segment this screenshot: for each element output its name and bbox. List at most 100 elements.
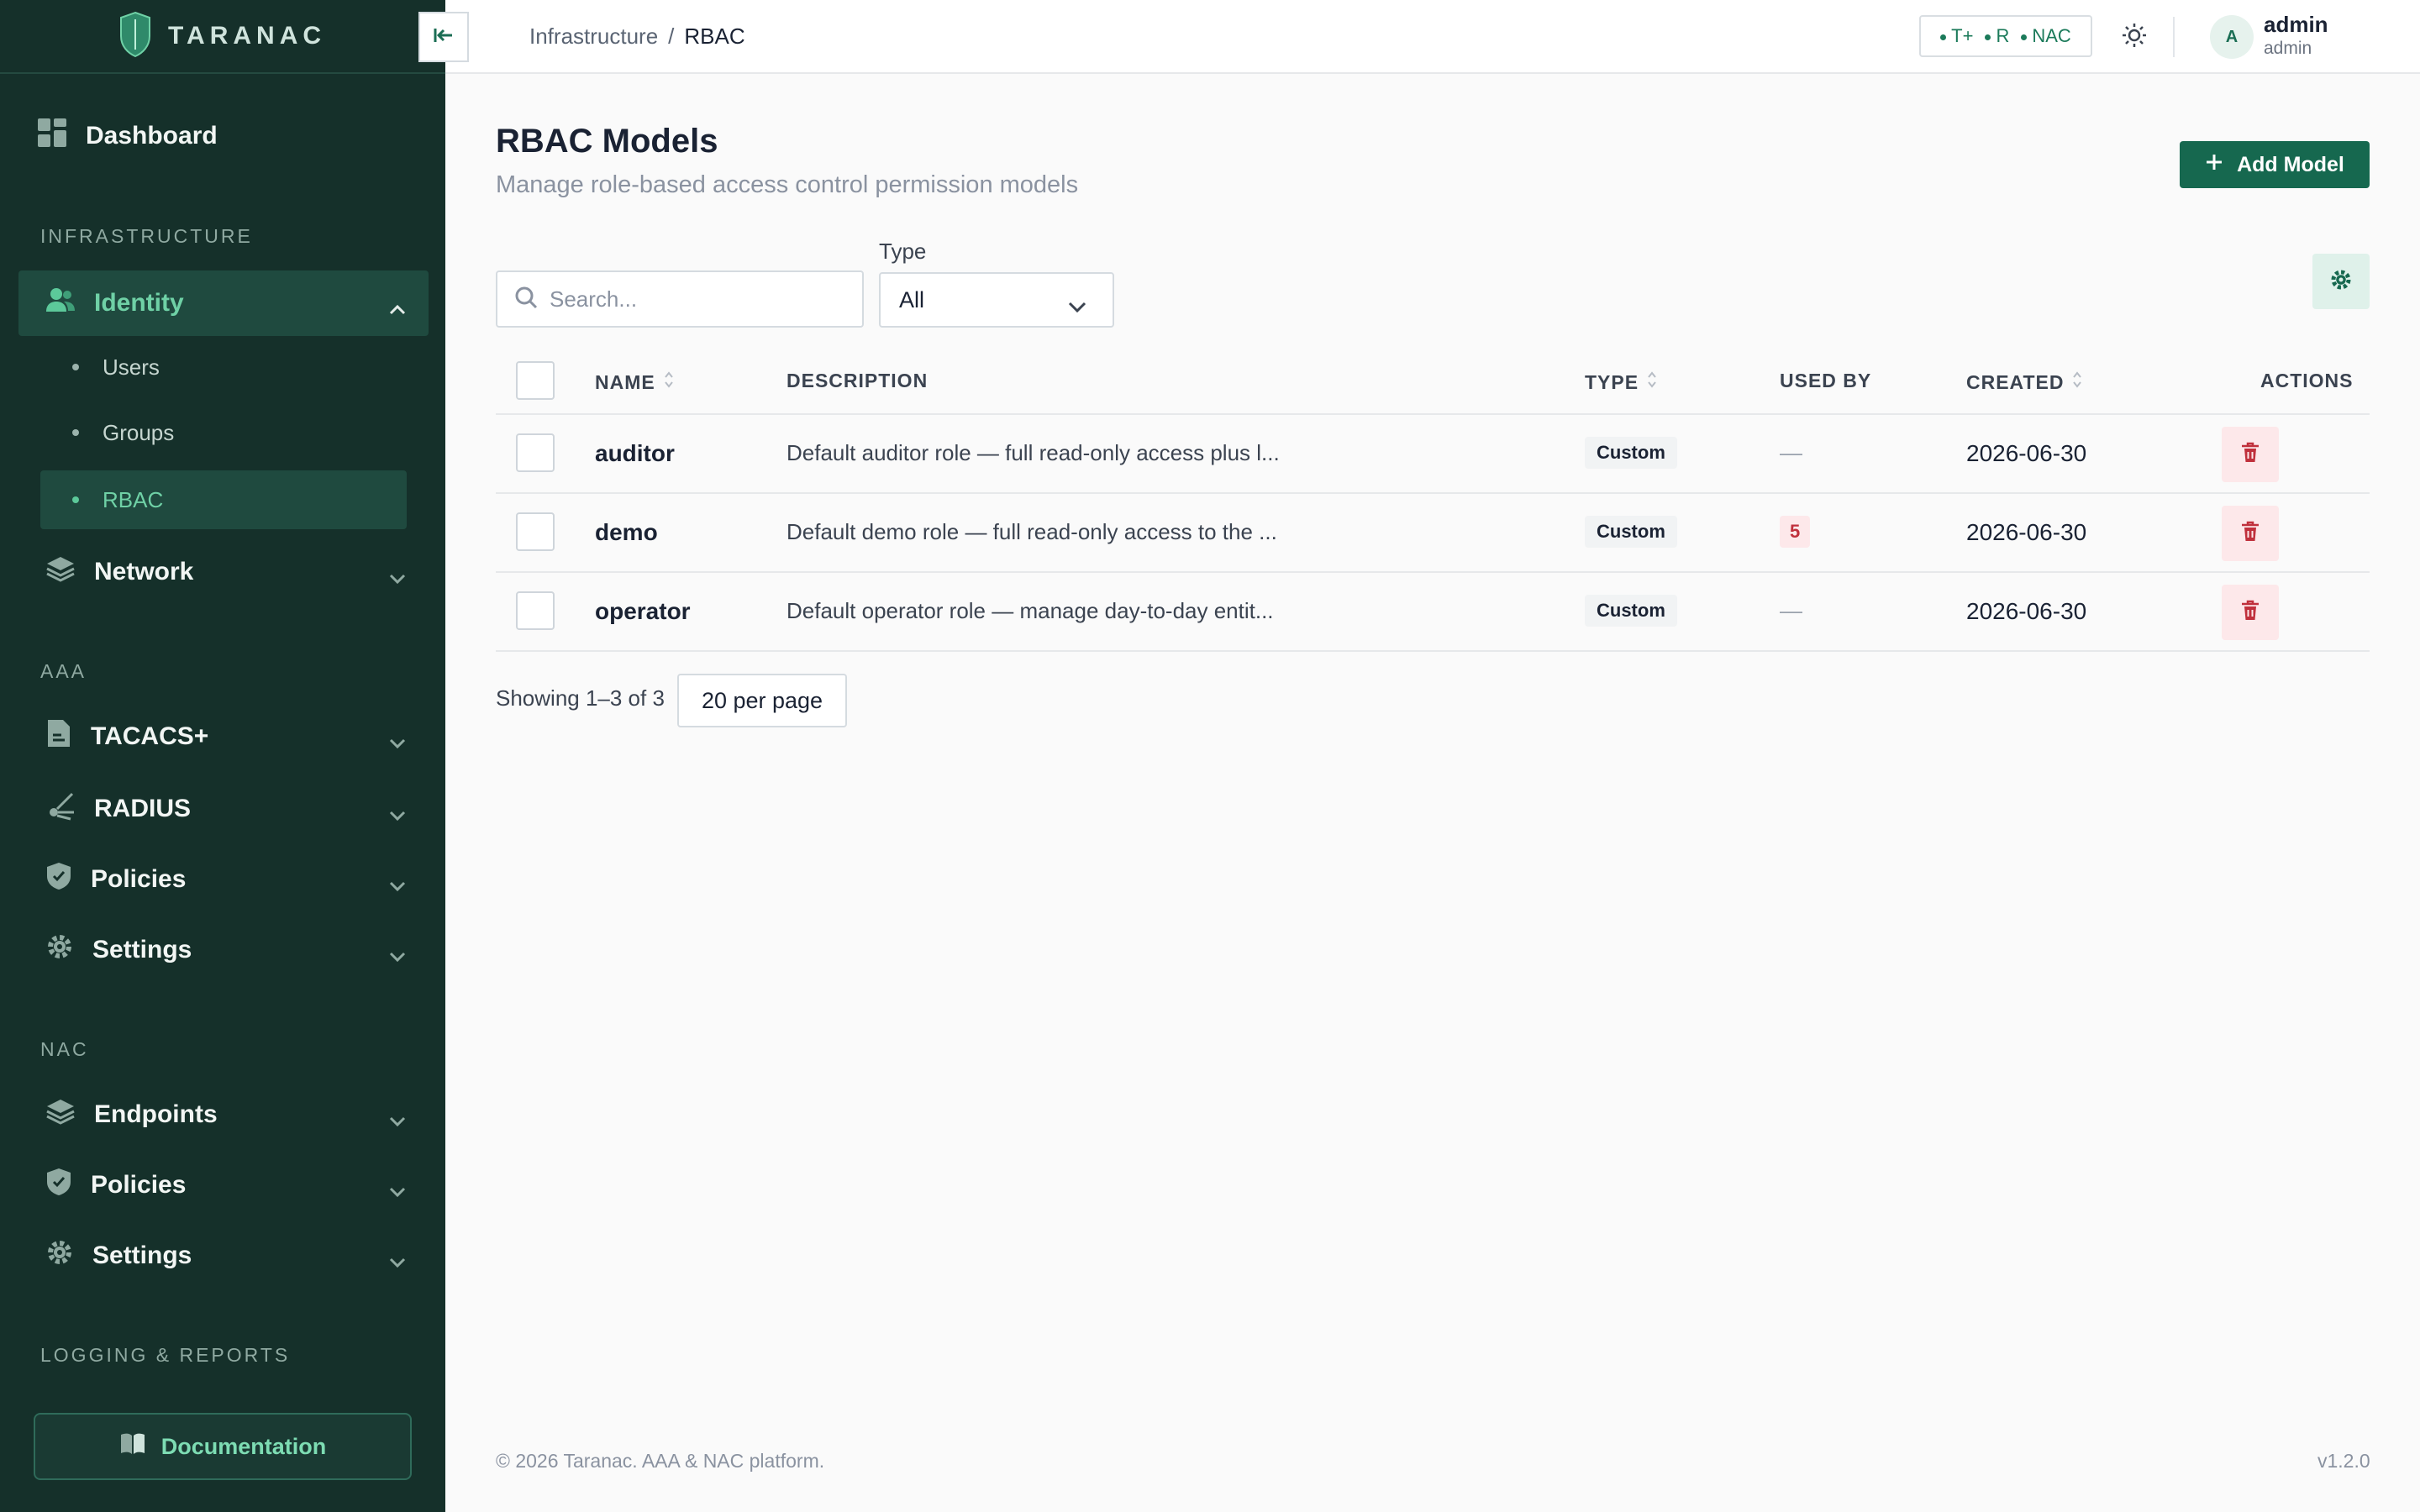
shield-logo-icon (119, 11, 151, 62)
delete-button[interactable] (2222, 585, 2279, 640)
sidebar-item-label: Policies (91, 1171, 187, 1199)
brand[interactable]: TARANAC (0, 0, 445, 74)
sidebar-item-groups[interactable]: Groups (40, 403, 407, 462)
delete-button[interactable] (2222, 427, 2279, 482)
type-filter-label: Type (879, 239, 927, 264)
sidebar-item-nac-policies[interactable]: Policies (18, 1152, 429, 1218)
page-subtitle: Manage role-based access control permiss… (496, 171, 1079, 198)
column-header-created[interactable]: CREATED (1966, 370, 2082, 395)
collapse-arrow-icon (434, 27, 454, 48)
model-name[interactable]: operator (595, 598, 691, 625)
table-row[interactable]: demo Default demo role — full read-only … (496, 494, 2370, 573)
sidebar-item-tacacs[interactable]: TACACS+ (18, 704, 429, 769)
section-label-infrastructure: INFRASTRUCTURE (40, 225, 253, 247)
sidebar-item-label: Network (94, 558, 194, 585)
select-all-checkbox[interactable] (516, 361, 555, 400)
used-by-value: — (1780, 440, 1802, 465)
plus-icon (2205, 153, 2223, 177)
add-model-button[interactable]: Add Model (2180, 141, 2370, 188)
sidebar-item-endpoints[interactable]: Endpoints (18, 1082, 429, 1147)
sidebar-item-label: RADIUS (94, 795, 192, 822)
trash-icon (2241, 521, 2260, 547)
sidebar-item-radius[interactable]: RADIUS (18, 776, 429, 842)
row-checkbox[interactable] (516, 512, 555, 551)
user-name[interactable]: admin (2264, 12, 2328, 38)
status-tacacs: T+ (1940, 25, 1973, 47)
column-header-name[interactable]: NAME (595, 370, 674, 395)
sidebar-item-users[interactable]: Users (40, 338, 407, 396)
sidebar-item-label: Endpoints (94, 1100, 218, 1128)
layers-icon (45, 1098, 76, 1131)
theme-toggle-button[interactable] (2118, 20, 2151, 54)
brand-name: TARANAC (167, 22, 327, 50)
model-name[interactable]: auditor (595, 440, 675, 467)
delete-button[interactable] (2222, 506, 2279, 561)
chevron-down-icon (388, 1105, 407, 1134)
shield-check-icon (45, 861, 72, 898)
footer-version: v1.2.0 (2317, 1450, 2370, 1472)
layers-icon (45, 555, 76, 589)
search-input[interactable] (550, 286, 852, 312)
breadcrumb-infrastructure[interactable]: Infrastructure (529, 24, 658, 50)
table-row[interactable]: auditor Default auditor role — full read… (496, 415, 2370, 494)
sidebar-item-aaa-policies[interactable]: Policies (18, 847, 429, 912)
used-by-value: — (1780, 598, 1802, 623)
type-badge: Custom (1585, 595, 1677, 627)
chevron-down-icon (388, 727, 407, 756)
sidebar-item-identity[interactable]: Identity (18, 270, 429, 336)
model-name[interactable]: demo (595, 519, 658, 546)
breadcrumb-separator: / (668, 24, 675, 49)
sort-icon (664, 370, 674, 395)
user-role: admin (2264, 39, 2312, 58)
status-radius: R (1985, 25, 2009, 47)
users-icon (45, 286, 76, 320)
avatar[interactable]: A (2210, 15, 2254, 59)
chevron-down-icon (388, 563, 407, 591)
model-description: Default auditor role — full read-only ac… (786, 440, 1280, 465)
type-filter-select[interactable]: All (879, 272, 1114, 328)
chevron-down-icon (388, 800, 407, 828)
row-checkbox[interactable] (516, 433, 555, 472)
status-dot-icon (2021, 34, 2028, 40)
sidebar-item-network[interactable]: Network (18, 539, 429, 605)
pagination-summary: Showing 1–3 of 3 (496, 685, 665, 711)
row-checkbox[interactable] (516, 591, 555, 630)
breadcrumb-rbac: RBAC (684, 24, 745, 49)
chevron-down-icon (1067, 294, 1087, 320)
search-icon (514, 286, 538, 313)
column-settings-button[interactable] (2312, 254, 2370, 309)
page-title: RBAC Models (496, 123, 718, 160)
divider (2173, 17, 2175, 57)
sidebar-item-aaa-settings[interactable]: Settings (18, 917, 429, 983)
service-status[interactable]: T+ R NAC (1919, 15, 2092, 57)
collapse-sidebar-button[interactable] (418, 12, 469, 62)
sidebar-item-label: TACACS+ (91, 722, 209, 750)
sidebar-item-label: Dashboard (86, 122, 218, 150)
table-row[interactable]: operator Default operator role — manage … (496, 573, 2370, 652)
rbac-models-table: NAME DESCRIPTION TYPE USED BY CREATED AC… (496, 348, 2370, 652)
documentation-button[interactable]: Documentation (34, 1413, 412, 1480)
section-label-nac: NAC (40, 1038, 89, 1060)
chevron-down-icon (388, 870, 407, 899)
gear-icon (45, 1238, 74, 1273)
sidebar: TARANAC Dashboard INFRASTRUCTURE Identit… (0, 0, 445, 1512)
model-description: Default operator role — manage day-to-da… (786, 598, 1274, 623)
created-date: 2026-06-30 (1966, 440, 2087, 466)
column-header-description: DESCRIPTION (786, 370, 929, 391)
chevron-down-icon (388, 1247, 407, 1275)
sidebar-item-dashboard[interactable]: Dashboard (37, 118, 218, 155)
add-model-label: Add Model (2237, 152, 2344, 176)
status-dot-icon (1985, 34, 1991, 40)
sidebar-item-nac-settings[interactable]: Settings (18, 1223, 429, 1289)
column-header-type[interactable]: TYPE (1585, 370, 1657, 395)
created-date: 2026-06-30 (1966, 519, 2087, 545)
per-page-select[interactable]: 20 per page (677, 674, 847, 727)
sidebar-item-label: Policies (91, 865, 187, 893)
type-badge: Custom (1585, 437, 1677, 469)
sidebar-item-label: Settings (92, 1242, 192, 1269)
type-filter-value: All (899, 286, 925, 312)
type-badge: Custom (1585, 516, 1677, 548)
chevron-down-icon (388, 1176, 407, 1205)
footer-copyright: © 2026 Taranac. AAA & NAC platform. (496, 1450, 825, 1472)
sidebar-item-rbac[interactable]: RBAC (40, 470, 407, 529)
